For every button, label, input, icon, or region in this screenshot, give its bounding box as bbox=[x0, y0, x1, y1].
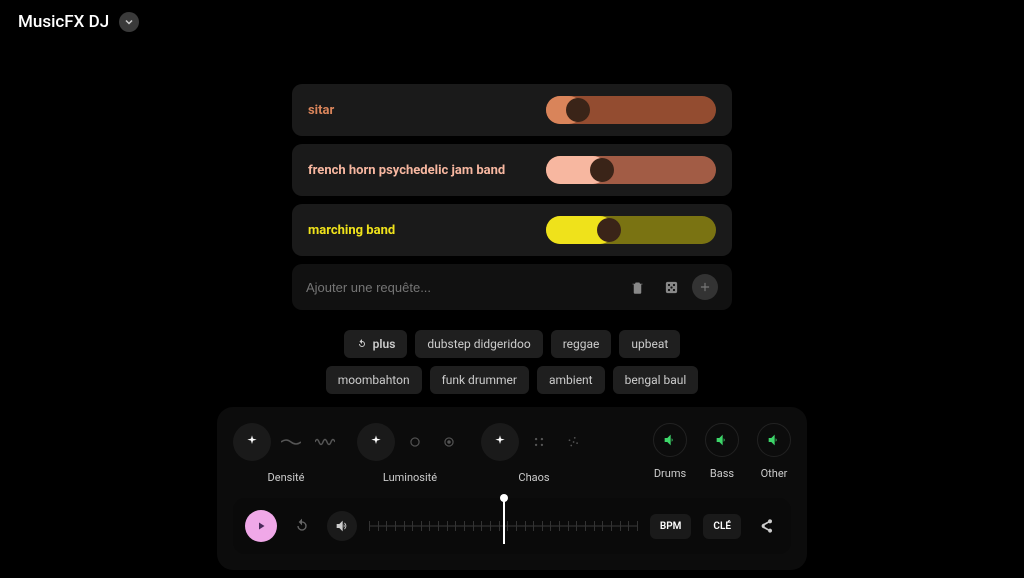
drums-mute-button[interactable] bbox=[653, 423, 687, 457]
grid-icon bbox=[532, 435, 546, 449]
speaker-icon bbox=[766, 432, 782, 448]
wave-low-icon bbox=[281, 438, 301, 446]
timeline-cursor[interactable] bbox=[503, 500, 505, 544]
key-button[interactable]: CLÉ bbox=[703, 514, 741, 539]
drums-mute-group: Drums bbox=[653, 423, 687, 480]
share-icon bbox=[758, 518, 774, 534]
refresh-chip[interactable]: plus bbox=[344, 330, 408, 358]
chaos-group: Chaos bbox=[481, 423, 587, 484]
knob-row: Densité Luminosité bbox=[233, 423, 791, 484]
timeline[interactable] bbox=[369, 508, 638, 544]
add-button[interactable] bbox=[692, 274, 718, 300]
track-row: sitar bbox=[292, 84, 732, 136]
add-track-row bbox=[292, 264, 732, 310]
density-group: Densité bbox=[233, 423, 339, 484]
app-title: MusicFX DJ bbox=[18, 12, 109, 32]
suggestion-chip[interactable]: upbeat bbox=[619, 330, 680, 358]
volume-icon bbox=[334, 518, 350, 534]
luminosity-auto-button[interactable] bbox=[357, 423, 395, 461]
suggestion-chip[interactable]: bengal baul bbox=[613, 366, 699, 394]
circle-dot-icon bbox=[442, 435, 456, 449]
share-button[interactable] bbox=[753, 513, 779, 539]
other-mute-button[interactable] bbox=[757, 423, 791, 457]
sparkle-icon bbox=[368, 434, 384, 450]
scatter-icon bbox=[566, 435, 580, 449]
speaker-icon bbox=[714, 432, 730, 448]
chaos-low-button[interactable] bbox=[525, 428, 553, 456]
speaker-icon bbox=[662, 432, 678, 448]
suggestion-chip[interactable]: dubstep didgeridoo bbox=[415, 330, 542, 358]
circle-outline-icon bbox=[408, 435, 422, 449]
suggestion-chip[interactable]: funk drummer bbox=[430, 366, 529, 394]
play-button[interactable] bbox=[245, 510, 277, 542]
track-label[interactable]: sitar bbox=[308, 103, 334, 118]
header: MusicFX DJ bbox=[0, 0, 1024, 44]
density-high-button[interactable] bbox=[311, 428, 339, 456]
add-track-input[interactable] bbox=[306, 280, 616, 295]
chaos-high-button[interactable] bbox=[559, 428, 587, 456]
restart-icon bbox=[294, 518, 310, 534]
plus-icon bbox=[698, 280, 712, 294]
luminosity-label: Luminosité bbox=[383, 471, 437, 484]
density-label: Densité bbox=[268, 471, 305, 484]
track-label[interactable]: french horn psychedelic jam band bbox=[308, 163, 505, 178]
tracks-panel: sitar french horn psychedelic jam band m… bbox=[292, 84, 732, 394]
sparkle-icon bbox=[492, 434, 508, 450]
play-icon bbox=[255, 520, 267, 532]
trash-icon bbox=[630, 280, 645, 295]
bass-mute-button[interactable] bbox=[705, 423, 739, 457]
volume-button[interactable] bbox=[327, 511, 357, 541]
track-label[interactable]: marching band bbox=[308, 223, 395, 238]
mode-dropdown[interactable] bbox=[119, 12, 139, 32]
chaos-auto-button[interactable] bbox=[481, 423, 519, 461]
delete-button[interactable] bbox=[624, 274, 650, 300]
suggestion-chip[interactable]: reggae bbox=[551, 330, 612, 358]
restart-button[interactable] bbox=[289, 513, 315, 539]
bass-mute-group: Bass bbox=[705, 423, 739, 480]
dice-icon bbox=[664, 280, 679, 295]
transport-row: BPM CLÉ bbox=[233, 498, 791, 554]
density-low-button[interactable] bbox=[277, 428, 305, 456]
track-row: marching band bbox=[292, 204, 732, 256]
drums-label: Drums bbox=[654, 467, 686, 480]
track-slider[interactable] bbox=[546, 156, 716, 184]
bass-label: Bass bbox=[710, 467, 734, 480]
chevron-down-icon bbox=[124, 17, 134, 27]
other-mute-group: Other bbox=[757, 423, 791, 480]
luminosity-high-button[interactable] bbox=[435, 428, 463, 456]
chaos-label: Chaos bbox=[518, 471, 549, 484]
other-label: Other bbox=[761, 467, 788, 480]
refresh-icon bbox=[356, 338, 368, 350]
density-auto-button[interactable] bbox=[233, 423, 271, 461]
sparkle-icon bbox=[244, 434, 260, 450]
suggestion-chips: plus dubstep didgeridoo reggae upbeat mo… bbox=[292, 330, 732, 394]
luminosity-group: Luminosité bbox=[357, 423, 463, 484]
track-slider[interactable] bbox=[546, 96, 716, 124]
suggestion-chip[interactable]: moombahton bbox=[326, 366, 422, 394]
track-row: french horn psychedelic jam band bbox=[292, 144, 732, 196]
track-slider[interactable] bbox=[546, 216, 716, 244]
bpm-button[interactable]: BPM bbox=[650, 514, 692, 539]
luminosity-low-button[interactable] bbox=[401, 428, 429, 456]
suggestion-chip[interactable]: ambient bbox=[537, 366, 605, 394]
controls-panel: Densité Luminosité bbox=[217, 407, 807, 570]
wave-high-icon bbox=[315, 437, 335, 447]
randomize-button[interactable] bbox=[658, 274, 684, 300]
